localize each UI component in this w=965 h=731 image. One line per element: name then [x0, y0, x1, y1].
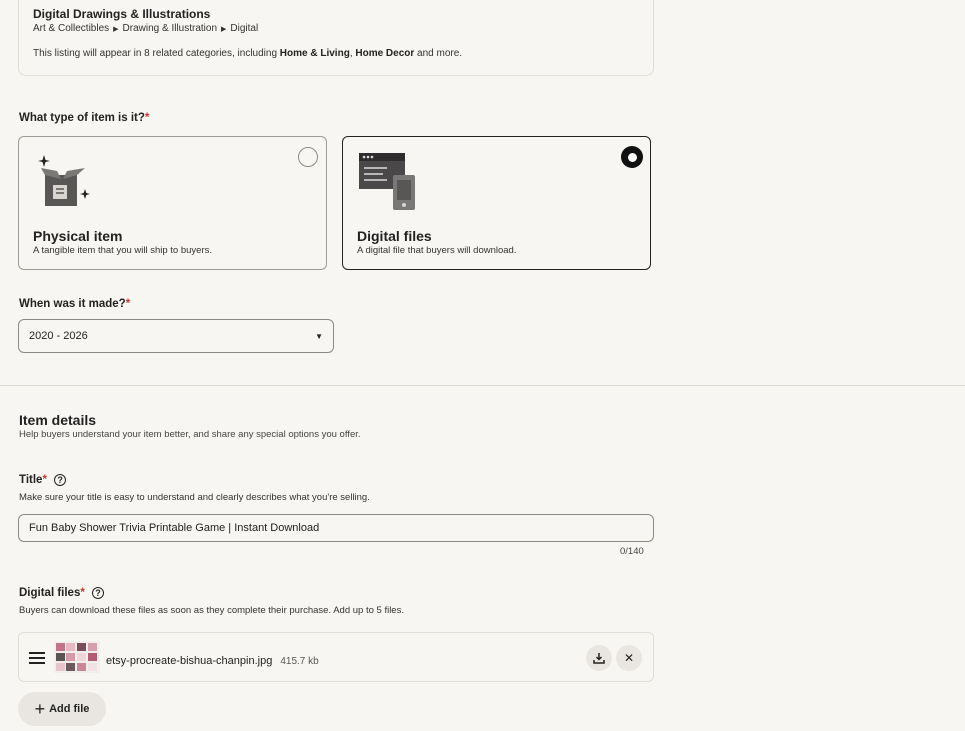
help-icon[interactable]: ?	[54, 474, 67, 486]
section-divider	[0, 385, 965, 386]
add-file-label: Add file	[49, 703, 90, 715]
title-char-counter: 0/140	[620, 546, 644, 557]
help-icon[interactable]: ?	[92, 587, 105, 599]
digital-files-option[interactable]: Digital files A digital file that buyers…	[342, 136, 651, 270]
remove-file-button[interactable]: ✕	[616, 645, 642, 671]
item-details-subtitle: Help buyers understand your item better,…	[19, 429, 361, 440]
file-thumbnail	[54, 641, 100, 678]
file-size: 415.7 kb	[280, 656, 319, 667]
breadcrumb-item[interactable]: Drawing & Illustration	[123, 23, 217, 34]
when-made-label: When was it made?*	[19, 298, 131, 310]
item-details-title: Item details	[19, 412, 97, 428]
breadcrumb-item[interactable]: Digital	[230, 23, 258, 34]
digital-files-label: Digital files* ?	[19, 587, 105, 599]
digital-files-icon	[357, 151, 419, 218]
close-icon: ✕	[623, 651, 635, 665]
title-label: Title* ?	[19, 474, 67, 486]
add-file-button[interactable]: + Add file	[18, 692, 106, 726]
category-title: Digital Drawings & Illustrations	[33, 7, 211, 21]
chevron-right-icon: ▶	[113, 25, 119, 33]
box-icon	[33, 151, 93, 216]
physical-item-title: Physical item	[33, 228, 123, 244]
file-name: etsy-procreate-bishua-chanpin.jpg	[106, 655, 273, 667]
digital-files-description: Buyers can download these files as soon …	[19, 605, 404, 616]
caret-down-icon: ▼	[315, 331, 323, 341]
digital-files-title: Digital files	[357, 228, 432, 244]
title-input[interactable]	[18, 514, 654, 542]
when-made-select[interactable]: 2020 - 2026 ▼	[18, 319, 334, 353]
digital-files-radio[interactable]	[621, 146, 643, 168]
file-info: etsy-procreate-bishua-chanpin.jpg 415.7 k…	[106, 651, 319, 669]
category-note: This listing will appear in 8 related ca…	[33, 48, 463, 59]
item-type-label: What type of item is it?*	[19, 112, 150, 124]
breadcrumb-item[interactable]: Art & Collectibles	[33, 23, 109, 34]
drag-handle-icon[interactable]	[29, 651, 45, 669]
physical-item-option[interactable]: Physical item A tangible item that you w…	[18, 136, 327, 270]
physical-item-radio[interactable]	[298, 147, 318, 167]
download-icon	[593, 653, 605, 664]
title-description: Make sure your title is easy to understa…	[19, 492, 370, 503]
digital-files-description: A digital file that buyers will download…	[357, 245, 517, 256]
physical-item-description: A tangible item that you will ship to bu…	[33, 245, 213, 256]
download-button[interactable]	[586, 645, 612, 671]
breadcrumb: Art & Collectibles ▶ Drawing & Illustrat…	[33, 23, 258, 34]
when-made-value: 2020 - 2026	[29, 330, 88, 342]
file-list-item: etsy-procreate-bishua-chanpin.jpg 415.7 k…	[18, 632, 654, 682]
chevron-right-icon: ▶	[221, 25, 227, 33]
plus-icon: +	[34, 699, 46, 719]
